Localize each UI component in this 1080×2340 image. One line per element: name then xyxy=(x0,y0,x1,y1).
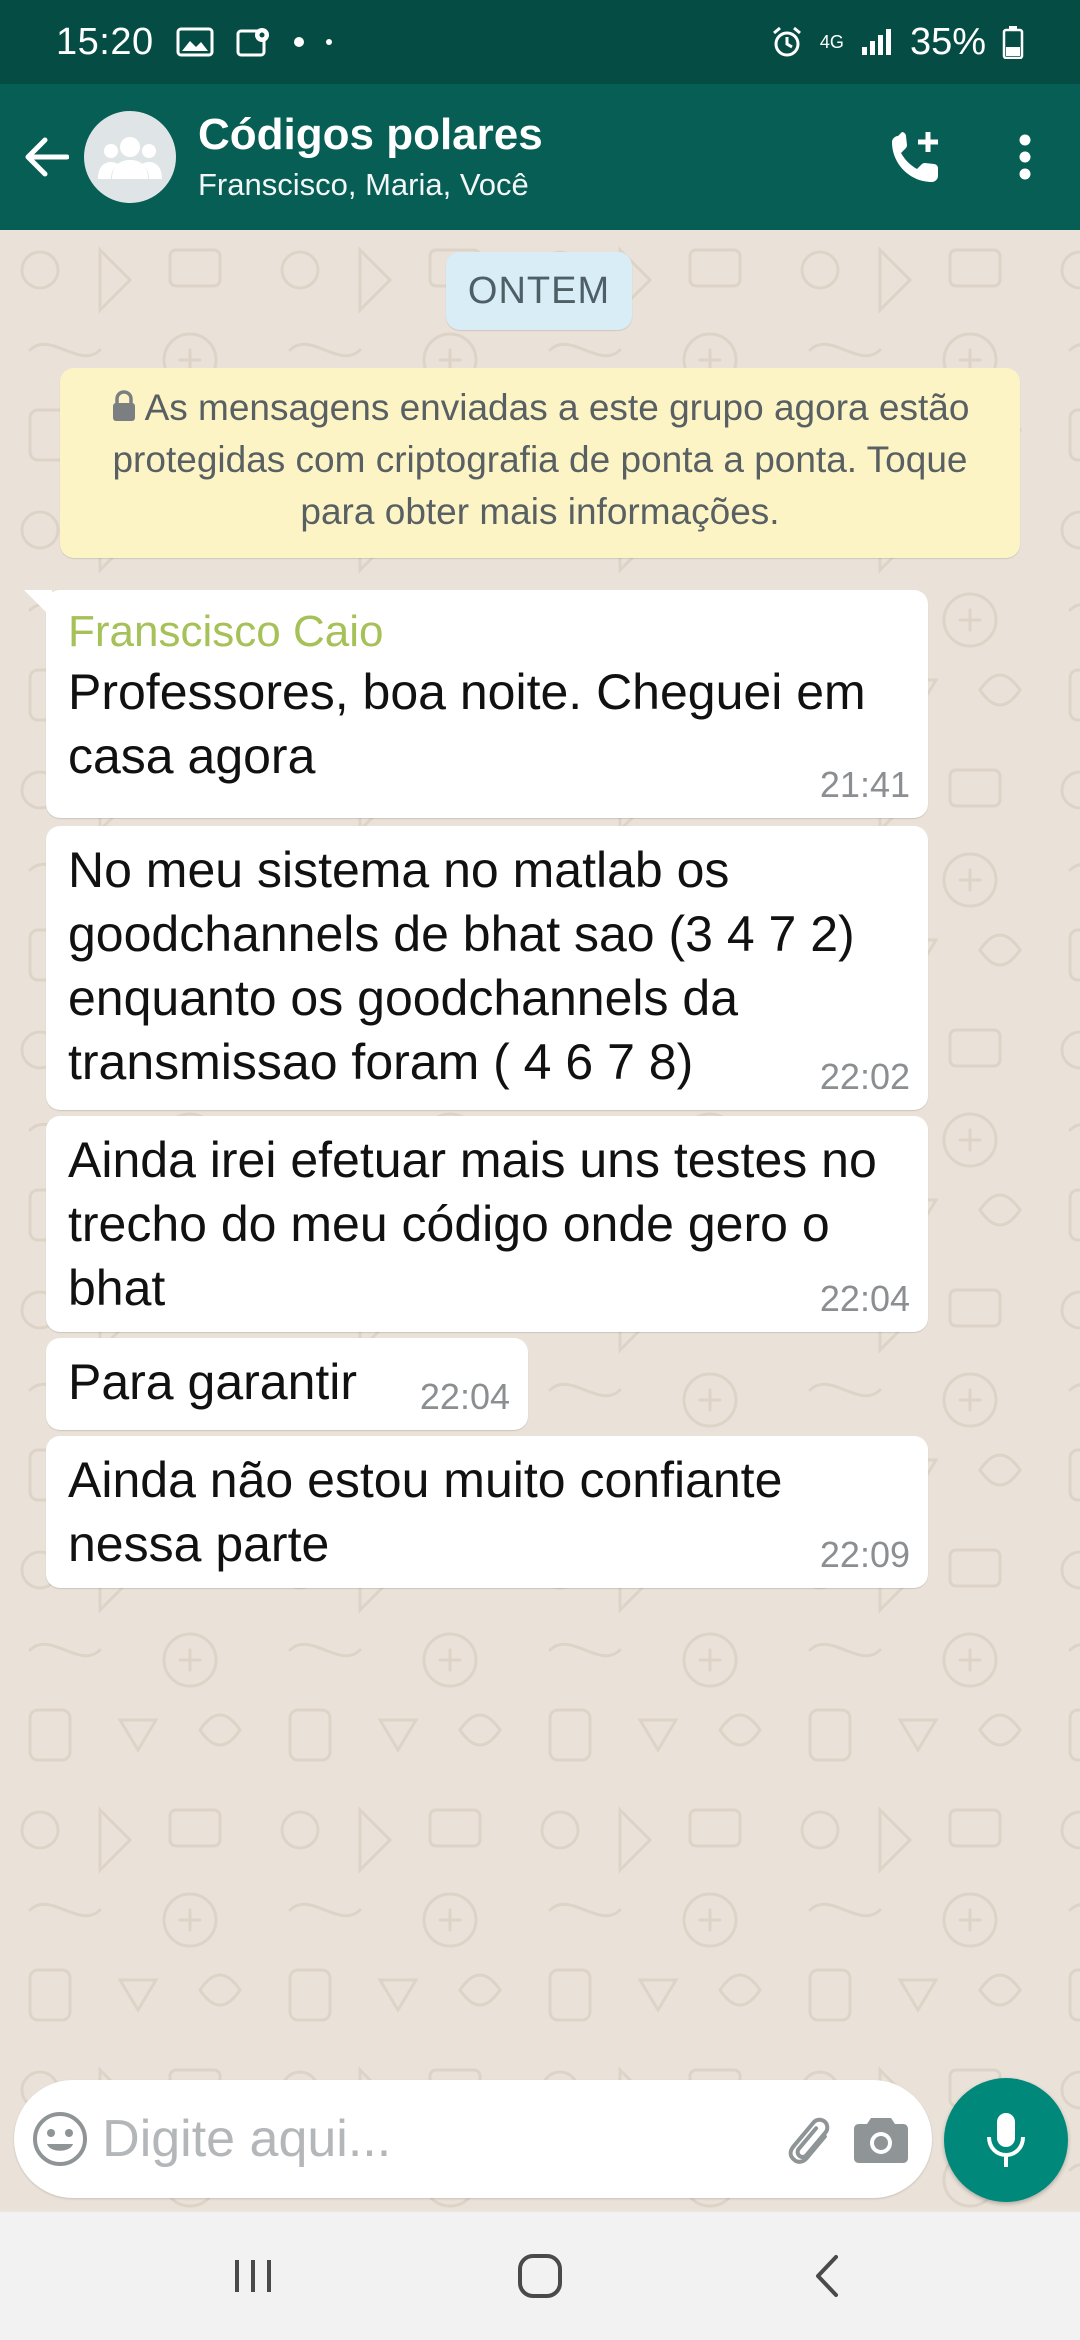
message-bubble[interactable]: Ainda irei efetuar mais uns testes no tr… xyxy=(46,1116,928,1332)
message-time: 22:09 xyxy=(819,1534,910,1575)
group-avatar[interactable] xyxy=(84,111,176,203)
message-composer xyxy=(14,2080,932,2198)
system-nav-bar xyxy=(0,2212,1080,2340)
paperclip-icon xyxy=(788,2117,830,2164)
home-icon xyxy=(517,2254,562,2298)
chat-participants: Franscisco, Maria, Você xyxy=(198,167,529,202)
chat-area[interactable]: ONTEM As mensagens enviadas a este grupo… xyxy=(0,230,1080,2210)
back-nav-button[interactable] xyxy=(767,2212,887,2340)
notification-icons xyxy=(176,25,332,59)
chat-title: Códigos polares xyxy=(198,110,543,159)
alarm-icon xyxy=(772,26,801,57)
status-time: 15:20 xyxy=(56,20,154,63)
group-icon xyxy=(98,137,162,179)
message-text: Ainda não estou muito confiante nessa pa… xyxy=(68,1452,783,1572)
camera-icon xyxy=(854,2118,909,2163)
message-text: Professores, boa noite. Cheguei em casa … xyxy=(68,664,866,784)
message-time: 21:41 xyxy=(819,764,910,805)
message-input[interactable] xyxy=(102,2109,772,2169)
add-call-icon xyxy=(892,132,938,182)
emoji-icon xyxy=(33,2112,88,2166)
arrow-left-icon xyxy=(25,137,69,177)
network-type: 4G xyxy=(819,32,844,52)
message-sender: Franscisco Caio xyxy=(68,607,384,656)
battery-percent: 35% xyxy=(909,20,986,63)
signal-icon xyxy=(861,29,891,55)
message-bubble[interactable]: Ainda não estou muito confiante nessa pa… xyxy=(46,1436,928,1588)
gallery-notification-icon xyxy=(176,27,214,57)
message-time: 22:02 xyxy=(819,1056,910,1097)
emoji-button[interactable] xyxy=(18,2080,102,2198)
chevron-left-icon xyxy=(815,2255,838,2297)
more-vert-icon xyxy=(1019,134,1031,180)
status-right: 4G 35% xyxy=(770,21,1024,64)
encryption-notice-text: As mensagens enviadas a este grupo agora… xyxy=(112,387,970,532)
lock-icon xyxy=(112,390,135,421)
map-notification-icon xyxy=(236,28,269,57)
camera-button[interactable] xyxy=(845,2080,918,2198)
message-bubble[interactable]: Franscisco Caio Professores, boa noite. … xyxy=(24,590,928,818)
recents-button[interactable] xyxy=(193,2212,313,2340)
chat-header: Códigos polares Franscisco, Maria, Você xyxy=(0,84,1080,230)
menu-button[interactable] xyxy=(970,84,1080,230)
message-bubble[interactable]: No meu sistema no matlab os goodchannels… xyxy=(46,826,928,1110)
mic-icon xyxy=(987,2113,1025,2167)
message-text: No meu sistema no matlab os goodchannels… xyxy=(68,842,855,1090)
encryption-notice[interactable]: As mensagens enviadas a este grupo agora… xyxy=(60,368,1020,558)
attach-button[interactable] xyxy=(771,2080,844,2198)
back-button[interactable] xyxy=(4,84,88,230)
home-button[interactable] xyxy=(480,2212,600,2340)
message-time: 22:04 xyxy=(819,1278,910,1319)
bubble-tail xyxy=(24,590,52,618)
notification-dot xyxy=(293,37,304,47)
header-actions xyxy=(860,84,1080,230)
message-text: Para garantir xyxy=(68,1354,358,1410)
recents-icon xyxy=(235,2260,272,2292)
message-time: 22:04 xyxy=(419,1376,510,1417)
message-bubble[interactable]: Para garantir 22:04 xyxy=(46,1338,528,1430)
date-chip: ONTEM xyxy=(446,252,632,330)
battery-icon xyxy=(1002,26,1024,59)
notification-dot-small xyxy=(325,39,332,45)
message-text: Ainda irei efetuar mais uns testes no tr… xyxy=(68,1132,877,1316)
add-call-button[interactable] xyxy=(860,84,970,230)
status-bar: 15:20 4G 35% xyxy=(0,0,1080,84)
voice-record-button[interactable] xyxy=(944,2078,1068,2202)
chat-title-block[interactable]: Códigos polares Franscisco, Maria, Você xyxy=(198,109,543,205)
